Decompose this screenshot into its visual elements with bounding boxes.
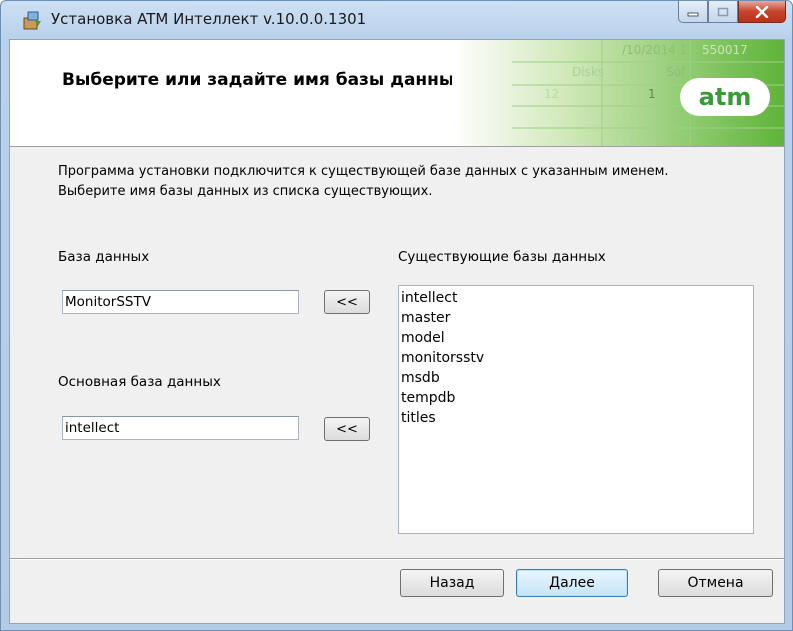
list-item[interactable]: model — [401, 328, 751, 348]
existing-databases-list[interactable]: intellect master model monitorsstv msdb … — [398, 285, 754, 534]
list-item[interactable]: intellect — [401, 288, 751, 308]
minimize-icon — [687, 12, 699, 16]
select-main-database-button[interactable]: << — [324, 417, 370, 441]
main-database-label: Основная база данных — [58, 374, 221, 390]
main-database-input[interactable]: intellect — [62, 416, 299, 440]
caption-buttons — [678, 1, 786, 23]
database-name-input[interactable]: MonitorSSTV — [62, 290, 299, 314]
page-title: Выберите или задайте имя базы данных. — [62, 70, 472, 90]
list-item[interactable]: monitorsstv — [401, 348, 751, 368]
maximize-icon — [717, 7, 729, 16]
banner-fragment-col: 12 — [544, 87, 559, 101]
banner-fragment-date: /10/2014 1 — [622, 43, 687, 57]
description: Программа установки подключится к сущест… — [58, 162, 669, 202]
banner-fragment-soft: Sof — [666, 65, 686, 79]
description-line-2: Выберите имя базы данных из списка сущес… — [58, 184, 433, 199]
list-item[interactable]: tempdb — [401, 388, 751, 408]
existing-databases-label: Существующие базы данных — [398, 249, 606, 265]
next-button[interactable]: Далее — [516, 569, 628, 597]
header-banner: Выберите или задайте имя базы данных. /1… — [10, 40, 784, 147]
description-line-1: Программа установки подключится к сущест… — [58, 164, 669, 179]
select-database-button[interactable]: << — [324, 290, 370, 314]
back-button[interactable]: Назад — [400, 569, 504, 597]
dialog-client-area: Выберите или задайте имя базы данных. /1… — [9, 39, 785, 624]
list-item[interactable]: msdb — [401, 368, 751, 388]
window-title: Установка ATM Интеллект v.10.0.0.1301 — [51, 10, 367, 28]
close-icon — [755, 5, 769, 18]
installer-icon — [23, 11, 41, 30]
atm-logo: atm — [680, 78, 770, 116]
list-item[interactable]: master — [401, 308, 751, 328]
title-bar[interactable]: Установка ATM Интеллект v.10.0.0.1301 — [1, 1, 792, 39]
list-item[interactable]: titles — [401, 408, 751, 428]
cancel-button[interactable]: Отмена — [658, 569, 773, 597]
database-label: База данных — [58, 249, 150, 265]
banner-fragment-disks: Disks — [572, 65, 604, 79]
banner-fragment-value: 1 — [648, 87, 656, 101]
footer-separator — [10, 558, 784, 560]
minimize-button[interactable] — [678, 1, 708, 23]
close-button[interactable] — [738, 1, 786, 23]
maximize-button[interactable] — [708, 1, 738, 23]
installer-window: Установка ATM Интеллект v.10.0.0.1301 Вы… — [0, 0, 793, 631]
banner-fragment-number: 550017 — [702, 43, 748, 57]
